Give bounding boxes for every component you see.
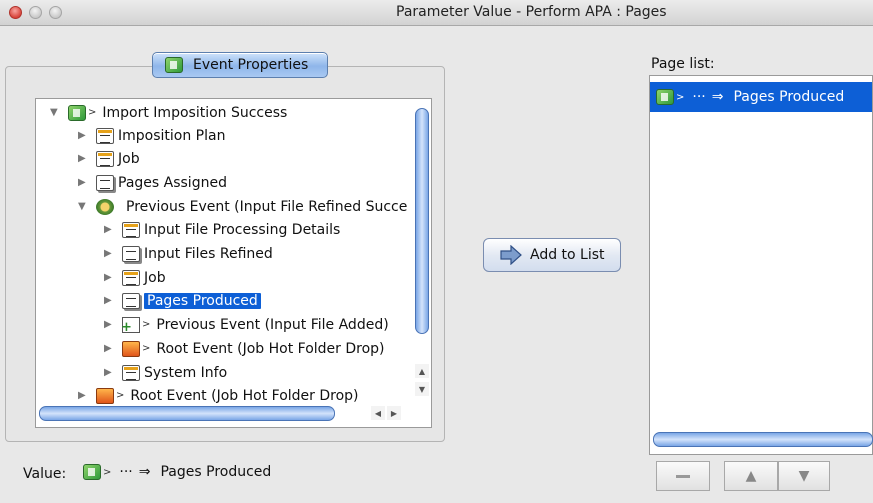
tree-node-root-event-nested[interactable]: ▶ > Root Event (Job Hot Folder Drop) [104, 337, 385, 360]
ellipsis-icon: ··· [692, 89, 706, 105]
collapsed-triangle-icon[interactable]: ▶ [78, 177, 90, 189]
ellipsis-icon: ··· [119, 464, 133, 480]
page-list-horizontal-scroll-thumb[interactable] [653, 432, 873, 447]
tree-node-input-file-processing-details[interactable]: ▶ Input File Processing Details [104, 218, 340, 241]
tree-node-pages-assigned[interactable]: ▶ Pages Assigned [78, 171, 227, 194]
tree-node-root-event[interactable]: ▶ > Root Event (Job Hot Folder Drop) [78, 384, 359, 407]
collapsed-triangle-icon[interactable]: ▶ [78, 130, 90, 142]
window-title: Parameter Value - Perform APA : Pages [396, 4, 667, 20]
pages-icon [122, 292, 140, 309]
collapsed-triangle-icon[interactable]: ▶ [104, 343, 116, 355]
add-to-list-label: Add to List [530, 247, 605, 263]
value-label: Value: [23, 466, 67, 482]
minus-icon [676, 474, 690, 478]
double-arrow-icon: ⇒ [711, 89, 724, 105]
document-icon [96, 150, 114, 167]
tree-node-label: System Info [144, 364, 228, 381]
chevron-right-icon: > [142, 343, 151, 354]
tree-node-imposition-plan[interactable]: ▶ Imposition Plan [78, 124, 225, 147]
chevron-right-icon: > [103, 466, 112, 478]
tree-node-input-files-refined[interactable]: ▶ Input Files Refined [104, 242, 273, 265]
tree-node-label: Previous Event (Input File Added) [156, 316, 389, 333]
tree-node-label: Job [144, 269, 166, 286]
remove-button[interactable] [656, 461, 710, 491]
tree-vertical-scroll-thumb[interactable] [415, 108, 429, 334]
tree-node-label: Pages Assigned [118, 174, 227, 191]
tree-horizontal-scrollbar[interactable]: ◀ ▶ [37, 406, 415, 421]
move-up-button[interactable]: ▲ [724, 461, 778, 491]
tree-node-label-selected: Pages Produced [144, 292, 261, 309]
chevron-right-icon: > [142, 319, 151, 330]
tree-node-label: Input Files Refined [144, 245, 273, 262]
document-icon [122, 221, 140, 238]
green-event-icon [68, 104, 86, 121]
document-icon [96, 127, 114, 144]
green-event-icon [83, 464, 101, 480]
chevron-right-icon: > [116, 390, 125, 401]
tree-node-job-nested[interactable]: ▶ Job [104, 266, 166, 289]
tree-node-previous-event-added[interactable]: ▶ > Previous Event (Input File Added) [104, 313, 389, 336]
event-properties-tab[interactable]: Event Properties [152, 52, 328, 78]
collapsed-triangle-icon[interactable]: ▶ [104, 367, 116, 379]
collapsed-triangle-icon[interactable]: ▶ [104, 319, 116, 331]
up-arrow-icon: ▲ [745, 468, 757, 484]
tree-node-label: Import Imposition Success [102, 104, 288, 121]
tree-node-label: Job [118, 150, 140, 167]
value-display: > ··· ⇒ Pages Produced [83, 464, 271, 480]
move-down-button[interactable]: ▼ [778, 461, 830, 491]
green-event-icon [656, 89, 674, 105]
tree-node-label: Root Event (Job Hot Folder Drop) [156, 340, 385, 357]
page-list-item-label: Pages Produced [733, 89, 845, 105]
add-file-icon [121, 316, 140, 335]
tree-node-label: Root Event (Job Hot Folder Drop) [130, 387, 359, 404]
expanded-triangle-icon[interactable]: ▼ [50, 107, 62, 119]
folder-icon [122, 340, 140, 357]
double-arrow-icon: ⇒ [138, 464, 151, 480]
pages-icon [122, 245, 140, 262]
value-text: Pages Produced [160, 464, 272, 480]
scroll-right-arrow-icon[interactable]: ▶ [387, 406, 401, 420]
tree-node-previous-event-refined[interactable]: ▼ Previous Event (Input File Refined Suc… [78, 195, 407, 218]
page-list-label: Page list: [651, 56, 715, 72]
chevron-right-icon: > [88, 107, 97, 118]
tree-node-import-imposition-success[interactable]: ▼ > Import Imposition Success [50, 101, 287, 124]
scroll-up-arrow-icon[interactable]: ▲ [415, 364, 429, 378]
tree-node-pages-produced[interactable]: ▶ Pages Produced [104, 289, 261, 312]
right-arrow-icon [500, 245, 522, 265]
collapsed-triangle-icon[interactable]: ▶ [104, 248, 116, 260]
minimize-window-button[interactable] [29, 6, 42, 19]
tree-node-label: Previous Event (Input File Refined Succe [126, 198, 408, 215]
tree-node-job[interactable]: ▶ Job [78, 147, 140, 170]
close-window-button[interactable] [9, 6, 22, 19]
tree-node-label: Imposition Plan [118, 127, 226, 144]
chevron-right-icon: > [676, 91, 685, 103]
tree-vertical-scrollbar[interactable]: ▲ ▼ [414, 100, 430, 410]
title-bar: Parameter Value - Perform APA : Pages [0, 0, 873, 26]
event-properties-icon [165, 57, 183, 73]
event-properties-label: Event Properties [193, 57, 309, 73]
expanded-triangle-icon[interactable]: ▼ [78, 201, 90, 213]
document-icon [122, 269, 140, 286]
pages-icon [96, 174, 114, 191]
event-tree[interactable]: ▼ > Import Imposition Success ▶ Impositi… [35, 98, 432, 428]
collapsed-triangle-icon[interactable]: ▶ [78, 153, 90, 165]
collapsed-triangle-icon[interactable]: ▶ [104, 272, 116, 284]
down-arrow-icon: ▼ [798, 468, 810, 484]
scroll-down-arrow-icon[interactable]: ▼ [415, 382, 429, 396]
add-to-list-button[interactable]: Add to List [483, 238, 621, 272]
collapsed-triangle-icon[interactable]: ▶ [104, 224, 116, 236]
page-list[interactable]: > ··· ⇒ Pages Produced [649, 75, 873, 455]
tree-node-system-info[interactable]: ▶ System Info [104, 361, 227, 384]
zoom-window-button[interactable] [49, 6, 62, 19]
page-list-item[interactable]: > ··· ⇒ Pages Produced [650, 82, 872, 112]
tree-horizontal-scroll-thumb[interactable] [39, 406, 335, 421]
document-icon [122, 364, 140, 381]
collapsed-triangle-icon[interactable]: ▶ [104, 295, 116, 307]
folder-icon [96, 387, 114, 404]
collapsed-triangle-icon[interactable]: ▶ [78, 390, 90, 402]
gear-event-icon [96, 198, 114, 215]
tree-node-label: Input File Processing Details [144, 221, 341, 238]
scroll-left-arrow-icon[interactable]: ◀ [371, 406, 385, 420]
